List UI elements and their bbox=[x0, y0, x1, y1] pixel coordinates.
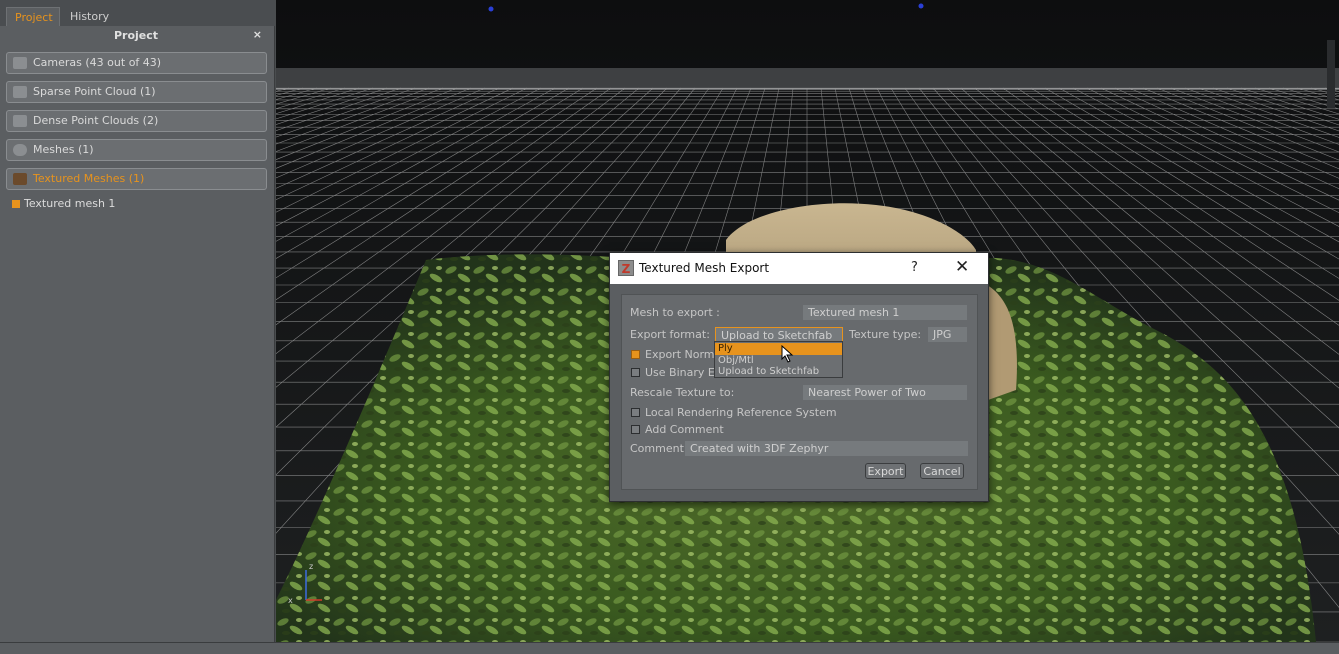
dropdown-option-sketchfab[interactable]: Upload to Sketchfab bbox=[715, 366, 842, 378]
mesh-icon bbox=[13, 144, 27, 156]
local-reference-label: Local Rendering Reference System bbox=[645, 406, 837, 419]
zephyr-logo-icon: Z bbox=[618, 260, 634, 276]
tab-project[interactable]: Project bbox=[6, 7, 60, 26]
section-label: Dense Point Clouds (2) bbox=[33, 114, 159, 127]
section-dense-point-clouds[interactable]: Dense Point Clouds (2) bbox=[6, 110, 267, 132]
use-binary-label: Use Binary En bbox=[645, 366, 722, 379]
export-normals-checkbox[interactable] bbox=[631, 350, 640, 359]
use-binary-checkbox[interactable] bbox=[631, 368, 640, 377]
texture-type-select[interactable]: JPG bbox=[928, 327, 967, 342]
mesh-color-swatch bbox=[12, 200, 20, 208]
dialog-title: Textured Mesh Export bbox=[639, 261, 770, 275]
section-label: Sparse Point Cloud (1) bbox=[33, 85, 156, 98]
export-format-dropdown: Ply Obj/Mtl Upload to Sketchfab bbox=[714, 341, 843, 378]
rescale-texture-label: Rescale Texture to: bbox=[630, 386, 735, 399]
panel-tabbar: Project History bbox=[0, 0, 275, 26]
dense-cloud-icon bbox=[13, 115, 27, 127]
rescale-texture-select[interactable]: Nearest Power of Two bbox=[803, 385, 967, 400]
export-button[interactable]: Export bbox=[865, 463, 906, 479]
section-textured-meshes[interactable]: Textured Meshes (1) bbox=[6, 168, 267, 190]
section-label: Cameras (43 out of 43) bbox=[33, 56, 162, 69]
add-comment-checkbox[interactable] bbox=[631, 425, 640, 434]
section-label: Textured Meshes (1) bbox=[33, 172, 145, 185]
axis-z-label: z bbox=[309, 562, 313, 571]
axis-x-label: x bbox=[288, 596, 293, 605]
comment-label: Comment bbox=[630, 442, 684, 455]
comment-input[interactable]: Created with 3DF Zephyr bbox=[685, 441, 968, 456]
cancel-button[interactable]: Cancel bbox=[920, 463, 964, 479]
tree-item-textured-mesh[interactable]: Textured mesh 1 bbox=[12, 197, 115, 210]
dialog-close-button[interactable]: ✕ bbox=[955, 257, 969, 277]
texture-type-label: Texture type: bbox=[849, 328, 922, 341]
dropdown-option-ply[interactable]: Ply bbox=[715, 343, 842, 355]
export-format-select[interactable]: Upload to Sketchfab bbox=[715, 327, 843, 342]
tree-item-label: Textured mesh 1 bbox=[24, 197, 116, 210]
local-reference-checkbox[interactable] bbox=[631, 408, 640, 417]
section-sparse-point-cloud[interactable]: Sparse Point Cloud (1) bbox=[6, 81, 267, 103]
section-label: Meshes (1) bbox=[33, 143, 94, 156]
camera-icon bbox=[13, 57, 27, 69]
section-cameras[interactable]: Cameras (43 out of 43) bbox=[6, 52, 267, 74]
sparse-cloud-icon bbox=[13, 86, 27, 98]
textured-mesh-icon bbox=[13, 173, 27, 185]
add-comment-label: Add Comment bbox=[645, 423, 724, 436]
mouse-cursor-icon bbox=[781, 345, 794, 363]
tab-history[interactable]: History bbox=[62, 7, 120, 26]
export-format-label: Export format: bbox=[630, 328, 710, 341]
panel-title: Project × bbox=[0, 26, 272, 46]
export-normals-label: Export Norma bbox=[645, 348, 722, 361]
project-panel: Project History Project × Cameras (43 ou… bbox=[0, 0, 275, 642]
mesh-to-export-label: Mesh to export : bbox=[630, 306, 720, 319]
help-button[interactable]: ? bbox=[911, 260, 918, 275]
mesh-to-export-select[interactable]: Textured mesh 1 bbox=[803, 305, 967, 320]
status-bar bbox=[0, 642, 1339, 654]
close-icon[interactable]: × bbox=[253, 28, 262, 41]
section-meshes[interactable]: Meshes (1) bbox=[6, 139, 267, 161]
panel-title-text: Project bbox=[113, 29, 159, 42]
dialog-titlebar[interactable]: Z Textured Mesh Export ? ✕ bbox=[610, 253, 988, 284]
axis-gizmo: z x bbox=[288, 562, 322, 605]
